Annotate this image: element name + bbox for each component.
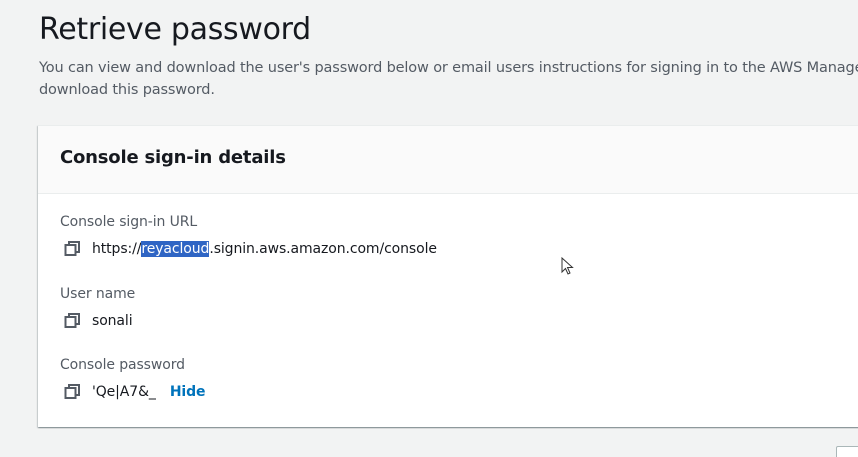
copy-icon[interactable] [64, 312, 82, 330]
password-label: Console password [60, 357, 185, 373]
username-row: sonali [64, 310, 133, 332]
page-description: You can view and download the user's pas… [39, 60, 858, 98]
console-url-suffix: .signin.aws.amazon.com/console [209, 241, 437, 257]
card-header: Console sign-in details [38, 126, 858, 194]
next-card-edge [836, 446, 858, 457]
hide-password-link[interactable]: Hide [170, 384, 206, 400]
copy-icon[interactable] [64, 240, 82, 258]
console-url-value[interactable]: https://reyacloud.signin.aws.amazon.com/… [92, 241, 437, 257]
console-url-prefix: https:// [92, 241, 142, 257]
username-label: User name [60, 286, 136, 302]
password-value: 'Qe|A7&_ [92, 384, 156, 400]
password-row: 'Qe|A7&_ Hide [64, 381, 206, 403]
console-url-label: Console sign-in URL [60, 214, 198, 230]
console-sign-in-card: Console sign-in details Console sign-in … [38, 125, 858, 427]
console-url-row: https://reyacloud.signin.aws.amazon.com/… [64, 238, 437, 260]
copy-icon[interactable] [64, 383, 82, 401]
page-title: Retrieve password [39, 12, 311, 47]
console-url-selected-text: reyacloud [141, 241, 210, 257]
card-title: Console sign-in details [60, 147, 286, 168]
username-value: sonali [92, 313, 133, 329]
mouse-pointer-icon [561, 257, 574, 275]
